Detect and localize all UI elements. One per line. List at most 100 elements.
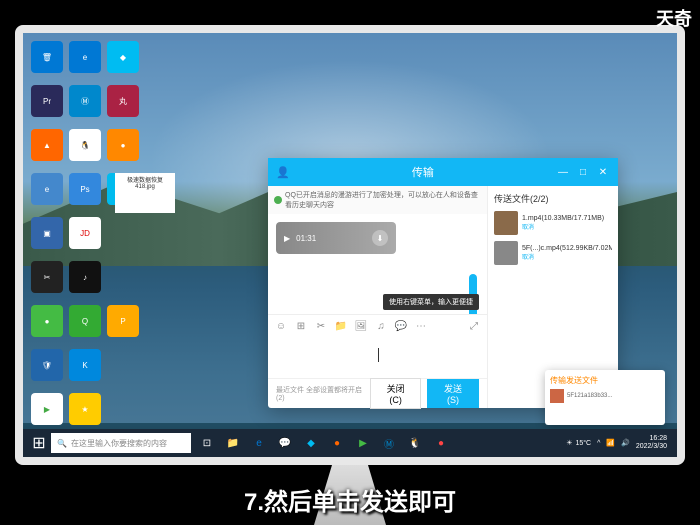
weather-widget[interactable]: ☀ 15°C (566, 439, 591, 447)
desktop-file-label[interactable]: 极速数据恢复 418.jpg (115, 173, 175, 213)
message-icon[interactable]: 💬 (394, 320, 408, 334)
file-cancel-link[interactable]: 取消 (522, 252, 612, 261)
chat-message-area: ▶ 01:31 ⬇ 使用右键菜单，输入更便捷 (268, 214, 487, 314)
empty-slot (183, 393, 215, 425)
date-text: 2022/3/30 (636, 443, 667, 451)
clock[interactable]: 16:28 2022/3/30 (636, 435, 667, 452)
edge-icon[interactable]: e (69, 41, 101, 73)
empty-slot (145, 349, 177, 381)
app-icon[interactable]: 丸 (107, 85, 139, 117)
gif-icon[interactable]: ⊞ (294, 320, 308, 334)
empty-slot (145, 261, 177, 293)
chat-notice-bar: QQ已开启消息的漫游进行了加密处理，可以放心在人和设备查看历史聊天内容 (268, 186, 487, 214)
start-button[interactable]: ⊞ (27, 431, 51, 455)
download-icon[interactable]: ⬇ (372, 230, 388, 246)
ie-icon[interactable]: e (31, 173, 63, 205)
app-icon[interactable]: ▣ (31, 217, 63, 249)
app-task-icon[interactable]: ● (429, 431, 453, 455)
chat-avatar-icon: 👤 (276, 166, 290, 179)
360-icon[interactable]: Q (69, 305, 101, 337)
video-subtitle: 7.然后单击发送即可 (244, 482, 456, 517)
app-task-icon[interactable]: ● (325, 431, 349, 455)
empty-slot (183, 305, 215, 337)
file-thumbnail-icon (494, 211, 518, 235)
popup-filename: 5F121a183b33... (567, 393, 612, 399)
qq-task-icon[interactable]: 🐧 (403, 431, 427, 455)
app-icon[interactable]: ▲ (31, 129, 63, 161)
search-icon: 🔍 (57, 439, 67, 448)
send-button[interactable]: 发送(S) (427, 379, 479, 408)
expand-icon[interactable]: ⤢ (467, 320, 481, 334)
more-icon[interactable]: ⋯ (414, 320, 428, 334)
app-task-icon[interactable]: Ⓜ (377, 431, 401, 455)
recycle-bin-icon[interactable]: 🗑 (31, 41, 63, 73)
empty-slot (183, 129, 215, 161)
empty-slot (107, 261, 139, 293)
weather-temp: 15°C (575, 440, 591, 447)
notice-dot-icon (274, 196, 282, 204)
tray-chevron-icon[interactable]: ^ (597, 440, 600, 447)
maxthon-icon[interactable]: Ⓜ (69, 85, 101, 117)
app-icon[interactable]: P (107, 305, 139, 337)
weather-icon: ☀ (566, 439, 572, 447)
play-icon: ▶ (284, 234, 290, 243)
file-cancel-link[interactable]: 取消 (522, 222, 612, 231)
close-button[interactable]: 关闭(C) (370, 378, 421, 409)
security-icon[interactable]: 🛡 (31, 349, 63, 381)
app-icon[interactable]: ▶ (31, 393, 63, 425)
kugou-icon[interactable]: K (69, 349, 101, 381)
transfer-file-item[interactable]: 5F(...)c.mp4(512.99KB/7.02MB) 取消 (494, 241, 612, 265)
video-watermark: 天奇 (656, 5, 692, 31)
app-icon[interactable]: ● (31, 305, 63, 337)
premiere-icon[interactable]: Pr (31, 85, 63, 117)
chat-titlebar[interactable]: 👤 传输 — □ ✕ (268, 158, 618, 186)
photoshop-icon[interactable]: Ps (69, 173, 101, 205)
edge-task-icon[interactable]: e (247, 431, 271, 455)
wechat-task-icon[interactable]: 💬 (273, 431, 297, 455)
desktop-screen: 🗑 e ◆ Pr Ⓜ 丸 ▲ 🐧 ● e Ps ↓ ▣ JD ✂ ♪ ● Q P… (23, 33, 677, 457)
music-icon[interactable]: ♫ (374, 320, 388, 334)
volume-icon[interactable]: 🔊 (621, 439, 630, 447)
chat-action-bar: 最近文件 全部设置都将开启(2) 关闭(C) 发送(S) (268, 378, 487, 408)
taskbar-search[interactable]: 🔍 在这里输入你要搜索的内容 (51, 433, 191, 453)
network-icon[interactable]: 📶 (606, 439, 615, 447)
explorer-icon[interactable]: 📁 (221, 431, 245, 455)
file-icon[interactable]: 📁 (334, 320, 348, 334)
app-icon[interactable]: ◆ (107, 41, 139, 73)
app-icon[interactable]: ● (107, 129, 139, 161)
emoji-icon[interactable]: ☺ (274, 320, 288, 334)
app-icon[interactable]: ★ (69, 393, 101, 425)
image-icon[interactable]: 🖼 (354, 320, 368, 334)
taskbar-apps: ⊡ 📁 e 💬 ◆ ● ▶ Ⓜ 🐧 ● (195, 431, 453, 455)
app-task-icon[interactable]: ▶ (351, 431, 375, 455)
tiktok-icon[interactable]: ♪ (69, 261, 101, 293)
taskbar: ⊞ 🔍 在这里输入你要搜索的内容 ⊡ 📁 e 💬 ◆ ● ▶ Ⓜ 🐧 ● ☀ 1… (23, 429, 677, 457)
transfer-file-item[interactable]: 1.mp4(10.33MB/17.71MB) 取消 (494, 211, 612, 235)
search-placeholder: 在这里输入你要搜索的内容 (71, 438, 167, 449)
system-tray: ☀ 15°C ^ 📶 🔊 16:28 2022/3/30 (566, 435, 673, 452)
transfer-popup[interactable]: 传输发送文件 5F121a183b33... (545, 370, 665, 425)
file-name: 5F(...)c.mp4(512.99KB/7.02MB) (522, 245, 612, 252)
qq-icon[interactable]: 🐧 (69, 129, 101, 161)
maximize-icon[interactable]: □ (576, 165, 590, 179)
app-icon[interactable]: ✂ (31, 261, 63, 293)
text-cursor (378, 348, 379, 362)
footer-hint: 最近文件 全部设置都将开启(2) (276, 385, 364, 402)
empty-slot (145, 217, 177, 249)
jd-icon[interactable]: JD (69, 217, 101, 249)
empty-slot (107, 217, 139, 249)
empty-slot (145, 41, 177, 73)
minimize-icon[interactable]: — (556, 165, 570, 179)
screenshot-icon[interactable]: ✂ (314, 320, 328, 334)
transfer-header: 传送文件(2/2) (494, 192, 612, 205)
voice-message[interactable]: ▶ 01:31 ⬇ (276, 222, 396, 254)
task-view-icon[interactable]: ⊡ (195, 431, 219, 455)
close-icon[interactable]: ✕ (596, 165, 610, 179)
file-thumbnail-icon (494, 241, 518, 265)
desktop-icons-grid: 🗑 e ◆ Pr Ⓜ 丸 ▲ 🐧 ● e Ps ↓ ▣ JD ✂ ♪ ● Q P… (31, 41, 219, 457)
chat-input-area[interactable] (268, 338, 487, 378)
empty-slot (145, 129, 177, 161)
app-task-icon[interactable]: ◆ (299, 431, 323, 455)
empty-slot (183, 261, 215, 293)
empty-slot (145, 85, 177, 117)
